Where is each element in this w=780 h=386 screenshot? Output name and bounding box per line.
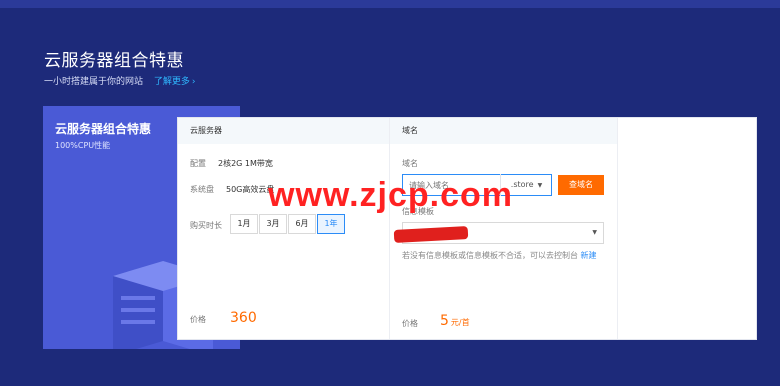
duration-3m-button[interactable]: 3月 [259, 214, 287, 234]
config-label: 配置 [190, 159, 206, 168]
hero-subtitle: 一小时搭建属于你的网站 了解更多 › [44, 74, 196, 87]
duration-1m-button[interactable]: 1月 [230, 214, 258, 234]
duration-selector: 1月 3月 6月 1年 [230, 214, 346, 234]
config-row: 配置 2核2G 1M带宽 [190, 158, 273, 169]
domain-price-label: 价格 [402, 319, 418, 328]
duration-label: 购买时长 [190, 221, 222, 230]
domain-header: 域名 [390, 118, 617, 144]
domain-field-label: 域名 [402, 159, 418, 168]
chevron-down-icon: ▼ [537, 182, 543, 189]
template-hint: 若没有信息模板或信息模板不合适，可以去控制台 新建 [402, 250, 607, 262]
search-domain-button[interactable]: 查域名 [558, 175, 604, 195]
server-price-label: 价格 [190, 315, 206, 324]
server-header: 云服务器 [178, 118, 389, 144]
empty-column [618, 118, 758, 339]
domain-price: 5 元/首 [440, 313, 470, 329]
domain-price-value: 5 [440, 313, 449, 329]
learn-more-link[interactable]: 了解更多 › [154, 77, 196, 87]
server-price-value: 360 [230, 310, 257, 326]
template-hint-text: 若没有信息模板或信息模板不合适，可以去控制台 [402, 251, 578, 260]
chevron-down-icon: ▼ [592, 229, 597, 236]
learn-more-label: 了解更多 [153, 77, 190, 87]
server-column: 云服务器 配置 2核2G 1M带宽 系统盘 50G高效云盘 购买时长 1月 3月 6… [178, 118, 390, 339]
domain-suffix-value: .store [510, 180, 534, 189]
top-bar [0, 0, 780, 8]
hero-subtitle-text: 一小时搭建属于你的网站 [44, 77, 144, 87]
watermark: www.zjcp.com [268, 176, 514, 214]
duration-1y-button[interactable]: 1年 [317, 214, 345, 234]
domain-price-unit: 元/首 [450, 318, 470, 327]
chevron-right-icon: › [191, 77, 196, 87]
create-template-link[interactable]: 新建 [581, 251, 597, 260]
hero-title: 云服务器组合特惠 [44, 51, 184, 71]
disk-row: 系统盘 50G高效云盘 [190, 184, 274, 195]
config-value: 2核2G 1M带宽 [218, 159, 273, 168]
disk-label: 系统盘 [190, 185, 214, 194]
promo-title: 云服务器组合特惠 [55, 122, 152, 136]
promo-subtitle: 100%CPU性能 [55, 141, 111, 150]
duration-6m-button[interactable]: 6月 [288, 214, 316, 234]
